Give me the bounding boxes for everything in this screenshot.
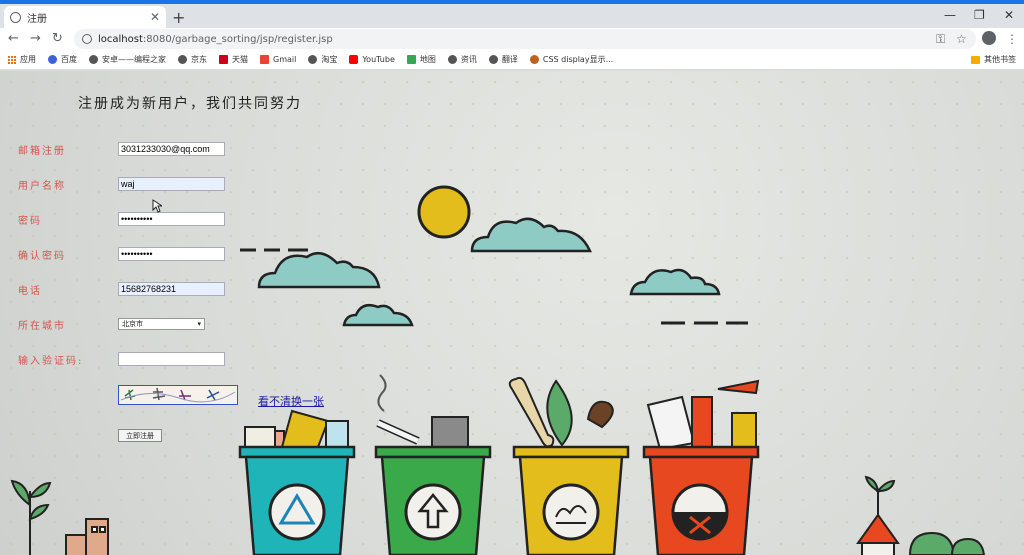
reload-icon[interactable]: ↻ [52, 31, 63, 46]
globe-icon [89, 55, 98, 64]
globe-icon [447, 55, 457, 64]
city-row: 所在城市 北京市 ▾ [18, 316, 205, 332]
bookmarks-bar: 应用 百度 安卓——编程之家 京东 天猫 Gmail 淘宝 YouTube 地图… [0, 50, 1024, 70]
dropdown-arrow-icon: ▾ [197, 320, 201, 328]
confirm-password-field[interactable] [118, 247, 225, 261]
key-icon[interactable]: ⚿ [936, 32, 945, 47]
sprout-icon [10, 479, 52, 555]
globe-icon [178, 55, 187, 64]
username-label: 用户名称 [18, 180, 66, 192]
page-title: 注册成为新用户，我们共同努力 [78, 96, 302, 112]
tab-bar: 注册 ✕ + — ❐ ✕ [0, 4, 1024, 28]
folder-icon [971, 55, 980, 64]
bookmark-android[interactable]: 安卓——编程之家 [89, 54, 166, 65]
city-label: 所在城市 [18, 320, 66, 332]
register-button[interactable]: 立即注册 [118, 429, 162, 442]
minimize-icon[interactable]: — [944, 8, 956, 22]
city-select-value: 北京市 [122, 320, 143, 328]
tmall-icon [219, 55, 228, 64]
menu-dots-icon[interactable]: ⋮ [1006, 32, 1018, 46]
forward-icon[interactable]: → [30, 31, 41, 46]
cloud-icon [257, 251, 381, 289]
kitchen-waste-bin-icon [374, 374, 492, 555]
address-bar: ← → ↻ localhost:8080/garbage_sorting/jsp… [0, 28, 1024, 50]
youtube-icon [349, 55, 359, 64]
captcha-field[interactable] [118, 352, 225, 366]
bookmark-translate[interactable]: 翻译 [488, 54, 518, 65]
other-waste-bin-icon [508, 376, 630, 555]
star-icon[interactable]: ☆ [956, 32, 967, 46]
apps-grid-icon [8, 55, 16, 64]
bookmark-tmall[interactable]: 天猫 [219, 54, 248, 65]
password-label: 密码 [18, 215, 42, 227]
bookmark-other[interactable]: 其他书签 [971, 54, 1016, 65]
captcha-row: 输入验证码: [18, 351, 225, 367]
back-icon[interactable]: ← [8, 31, 19, 46]
phone-label: 电话 [18, 285, 42, 297]
password-row: 密码 [18, 211, 225, 227]
mouse-cursor-icon [152, 199, 162, 213]
csdn-icon [529, 55, 539, 64]
refresh-captcha-link[interactable]: 看不清换一张 [258, 393, 324, 409]
new-tab-icon[interactable]: + [172, 8, 185, 27]
password-field[interactable] [118, 212, 225, 226]
buildings-icon [65, 518, 109, 555]
maps-icon [406, 55, 416, 64]
globe-icon [10, 11, 21, 23]
bookmark-news[interactable]: 资讯 [447, 54, 477, 65]
baidu-icon [48, 55, 57, 64]
cloud-icon [342, 304, 414, 327]
tab-title: 注册 [27, 13, 47, 25]
hazardous-waste-bin-icon [642, 379, 760, 555]
restore-icon[interactable]: ❐ [974, 8, 985, 22]
captcha-glyphs [120, 387, 236, 403]
email-label: 邮箱注册 [18, 145, 66, 157]
email-row: 邮箱注册 [18, 141, 225, 157]
bookmark-gmail[interactable]: Gmail [260, 55, 296, 64]
bush-icon [908, 531, 986, 555]
phone-row: 电话 [18, 281, 225, 297]
globe-icon [488, 55, 498, 64]
bookmark-youtube[interactable]: YouTube [349, 55, 395, 64]
bookmark-apps[interactable]: 应用 [8, 54, 36, 65]
username-row: 用户名称 [18, 176, 225, 192]
url-host: localhost [98, 33, 143, 45]
phone-field[interactable] [118, 282, 225, 296]
confirm-password-row: 确认密码 [18, 246, 225, 262]
bookmark-taobao[interactable]: 淘宝 [308, 54, 337, 65]
profile-avatar[interactable] [982, 31, 996, 45]
cloud-icon [629, 268, 721, 296]
globe-icon [308, 55, 318, 64]
cloud-icon [470, 217, 592, 253]
sun-icon [417, 185, 471, 239]
gmail-icon [260, 55, 269, 64]
username-field[interactable] [118, 177, 225, 191]
captcha-image[interactable] [118, 385, 238, 405]
captcha-label: 输入验证码: [18, 355, 84, 367]
confirm-password-label: 确认密码 [18, 250, 66, 262]
city-select[interactable]: 北京市 ▾ [118, 318, 205, 330]
tab-close-icon[interactable]: ✕ [150, 10, 160, 24]
bookmark-css-display[interactable]: CSS display显示... [529, 54, 613, 65]
bookmark-baidu[interactable]: 百度 [48, 54, 77, 65]
page-viewport: 注册成为新用户，我们共同努力 邮箱注册 用户名称 密码 确认密码 电话 所在城市… [0, 71, 1024, 555]
window-close-icon[interactable]: ✕ [1004, 8, 1014, 22]
site-info-icon[interactable] [82, 34, 92, 44]
recyclable-bin-icon [238, 409, 356, 555]
bookmark-maps[interactable]: 地图 [406, 54, 436, 65]
house-icon [856, 475, 900, 555]
email-field[interactable] [118, 142, 225, 156]
tab-register[interactable]: 注册 ✕ [4, 6, 166, 28]
bookmark-jd[interactable]: 京东 [178, 54, 207, 65]
url-field[interactable]: localhost:8080/garbage_sorting/jsp/regis… [74, 29, 976, 49]
url-path: :8080/garbage_sorting/jsp/register.jsp [142, 33, 333, 45]
